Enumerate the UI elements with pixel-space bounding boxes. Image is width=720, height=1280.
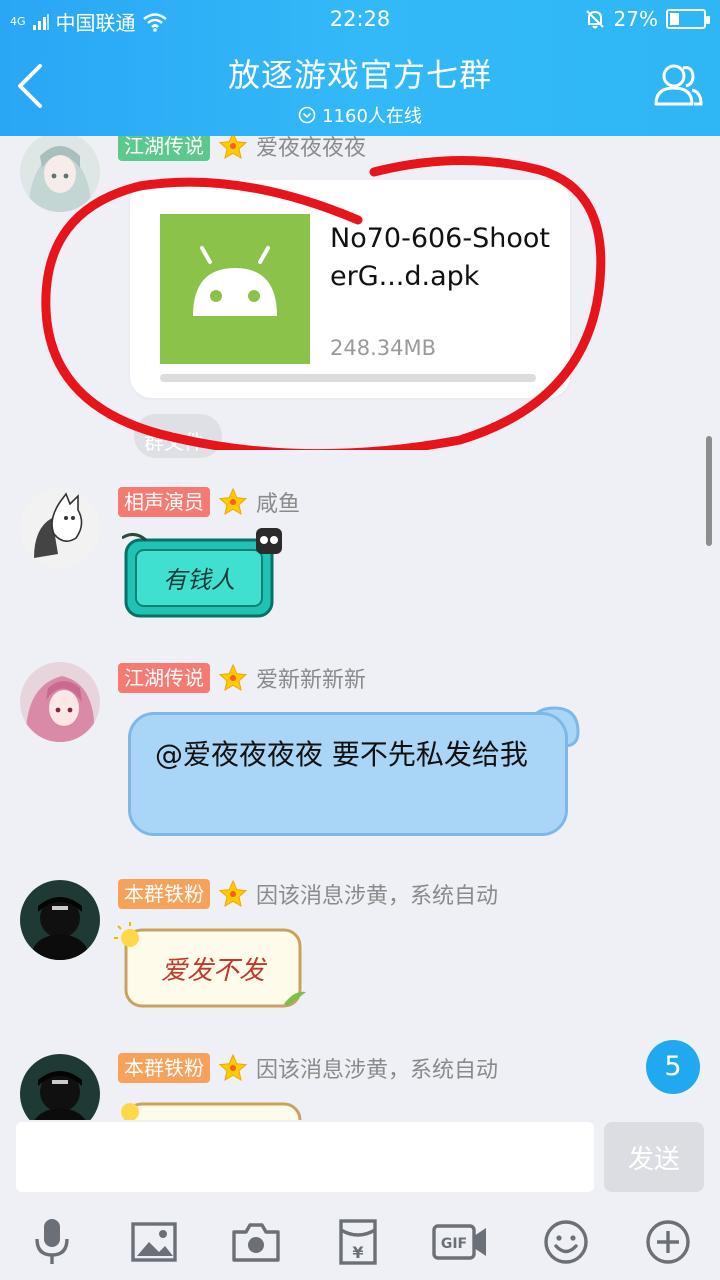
sender-name: 因该消息涉黄，系统自动 bbox=[256, 1058, 499, 1083]
battery-percent: 27% bbox=[613, 7, 658, 31]
online-count[interactable]: 1160人在线 bbox=[120, 102, 600, 128]
emoji-icon bbox=[544, 1220, 588, 1264]
sender-name: 爱夜夜夜夜 bbox=[256, 136, 367, 161]
avatar[interactable] bbox=[20, 662, 100, 742]
star-icon bbox=[218, 136, 248, 160]
star-icon bbox=[218, 663, 248, 692]
emoji-button[interactable] bbox=[536, 1212, 596, 1272]
text-message-bubble[interactable]: @爱夜夜夜夜 要不先私发给我 bbox=[128, 712, 568, 836]
camera-button[interactable] bbox=[226, 1212, 286, 1272]
group-file-chip[interactable]: 群文件 bbox=[134, 414, 222, 458]
chat-header: 4G 中国联通 22:28 27% 放逐游戏官方七群 1160人在线 bbox=[0, 0, 720, 136]
send-button[interactable]: 发送 bbox=[604, 1122, 704, 1192]
gif-icon: GIF bbox=[432, 1224, 486, 1260]
bell-off-icon bbox=[585, 10, 604, 29]
file-name: No70-606-ShooterG...d.apk bbox=[330, 223, 550, 292]
avatar[interactable] bbox=[20, 136, 100, 212]
file-size: 248.34MB bbox=[330, 336, 437, 360]
red-packet-button[interactable]: ¥ bbox=[328, 1212, 388, 1272]
file-message-card[interactable]: No70-606-ShooterG...d.apk 248.34MB bbox=[130, 180, 570, 398]
camera-icon bbox=[232, 1223, 280, 1262]
message-input[interactable] bbox=[16, 1122, 594, 1192]
chevron-circle-down-icon bbox=[298, 106, 316, 124]
image-icon bbox=[131, 1222, 177, 1262]
chat-list[interactable]: 江湖传说 爱夜夜夜夜 No70-606-ShooterG...d.apk 248… bbox=[0, 136, 720, 1120]
input-toolbar: ¥ GIF bbox=[0, 1212, 720, 1272]
input-bar: 发送 ¥ GIF bbox=[0, 1120, 720, 1280]
sender-name: 爱新新新新 bbox=[256, 668, 367, 693]
sender-name: 咸鱼 bbox=[256, 492, 301, 517]
status-bar: 4G 中国联通 22:28 27% bbox=[0, 0, 720, 36]
plus-icon bbox=[646, 1220, 690, 1264]
rank-badge: 本群铁粉 bbox=[118, 1053, 210, 1083]
star-icon bbox=[218, 487, 248, 516]
gif-button[interactable]: GIF bbox=[430, 1212, 490, 1272]
avatar[interactable] bbox=[20, 488, 100, 568]
sticker-caption: 有钱人 bbox=[163, 566, 235, 594]
image-button[interactable] bbox=[124, 1212, 184, 1272]
download-progress-bar bbox=[160, 374, 536, 382]
group-title[interactable]: 放逐游戏官方七群 bbox=[120, 50, 600, 96]
unread-count-badge[interactable]: 5 bbox=[646, 1040, 700, 1094]
svg-text:¥: ¥ bbox=[352, 1243, 363, 1262]
sender-name: 因该消息涉黄，系统自动 bbox=[256, 884, 499, 909]
online-count-label: 1160人在线 bbox=[322, 106, 422, 127]
back-button[interactable] bbox=[12, 62, 48, 110]
mic-icon bbox=[35, 1219, 69, 1264]
avatar[interactable] bbox=[20, 1054, 100, 1120]
android-apk-icon bbox=[160, 214, 310, 364]
chevron-left-icon bbox=[18, 64, 42, 108]
rank-badge: 相声演员 bbox=[118, 487, 210, 517]
rank-badge: 江湖传说 bbox=[118, 136, 210, 161]
svg-text:GIF: GIF bbox=[441, 1236, 467, 1252]
star-icon bbox=[218, 879, 248, 908]
members-icon bbox=[654, 64, 703, 106]
sticker-message[interactable]: 爱发不发 bbox=[108, 920, 308, 1012]
more-button[interactable] bbox=[638, 1212, 698, 1272]
members-button[interactable] bbox=[652, 60, 704, 110]
battery-icon bbox=[666, 9, 710, 29]
star-icon bbox=[218, 1053, 248, 1082]
sticker-message[interactable]: 有钱人 bbox=[121, 528, 286, 620]
rank-badge: 本群铁粉 bbox=[118, 879, 210, 909]
avatar[interactable] bbox=[20, 880, 100, 960]
sticker-message[interactable] bbox=[108, 1094, 308, 1120]
scrollbar[interactable] bbox=[706, 436, 712, 546]
sticker-caption: 爱发不发 bbox=[160, 956, 265, 986]
rank-badge: 江湖传说 bbox=[118, 663, 210, 693]
red-packet-icon: ¥ bbox=[339, 1219, 377, 1265]
mic-button[interactable] bbox=[22, 1212, 82, 1272]
